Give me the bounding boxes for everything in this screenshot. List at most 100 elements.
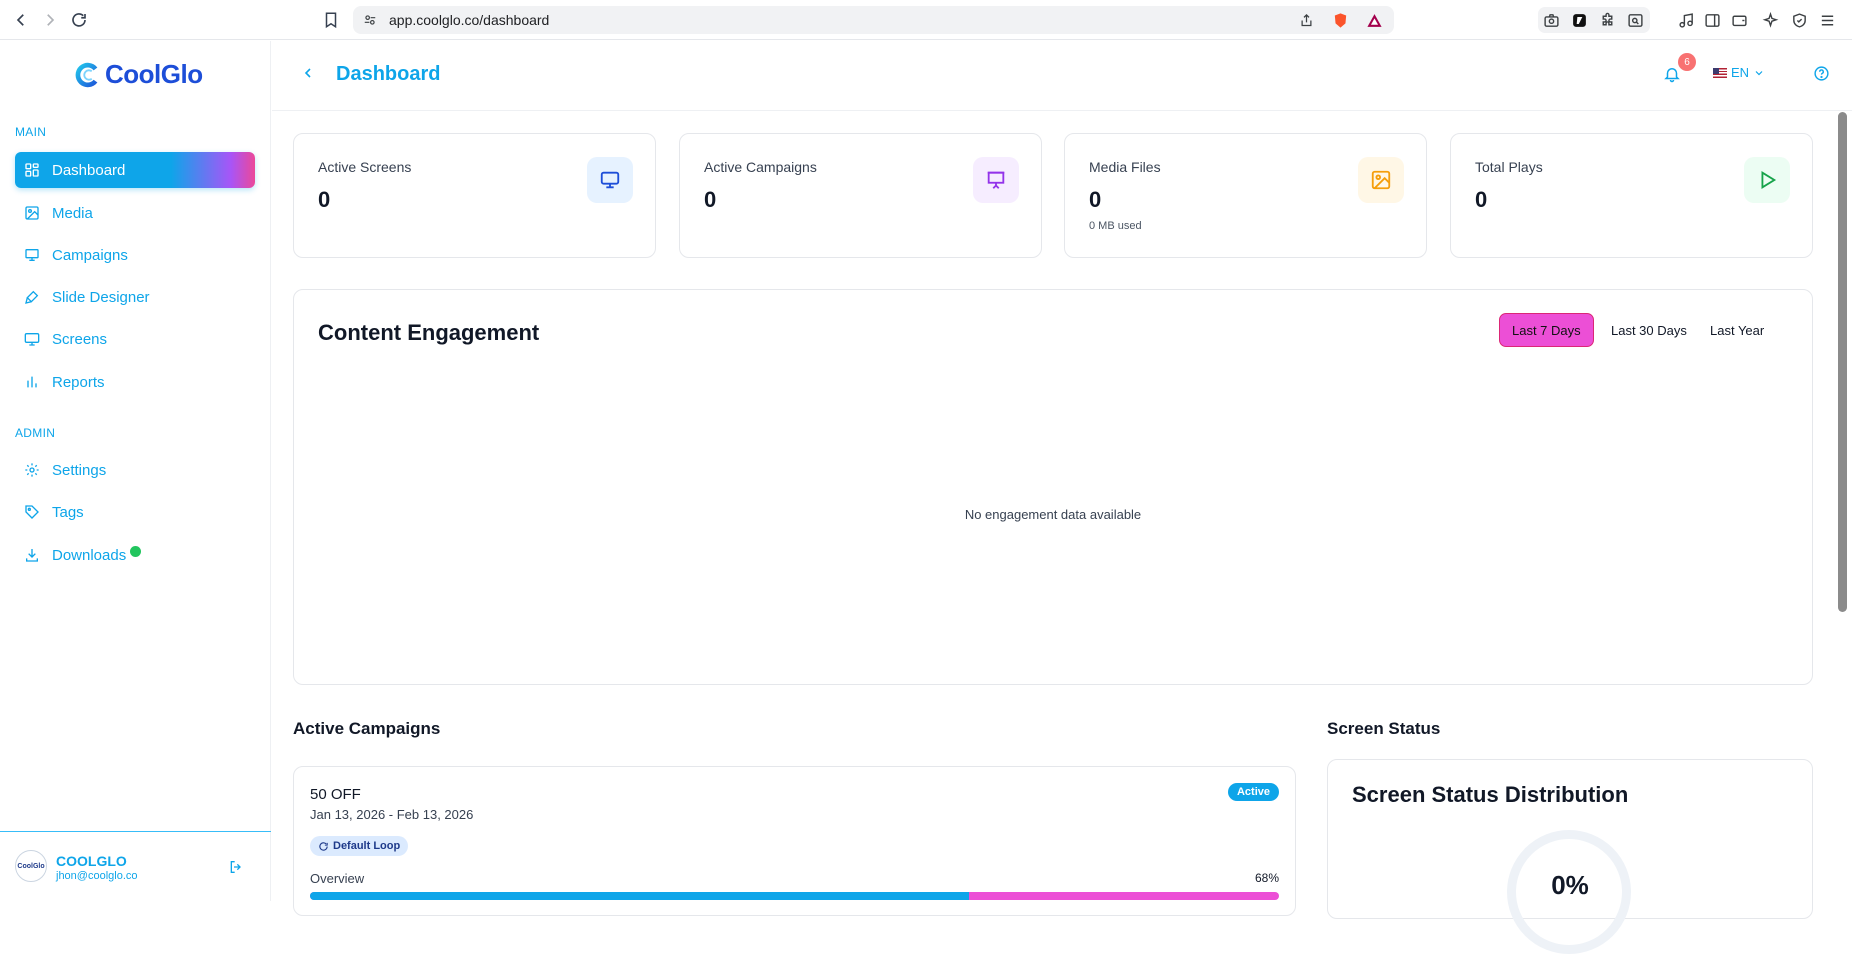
language-selector[interactable]: EN: [1713, 65, 1765, 80]
avatar-text: CoolGlo: [17, 862, 45, 870]
presentation-icon: [973, 157, 1019, 203]
notification-badge: 6: [1678, 53, 1696, 71]
overview-label: Overview: [310, 871, 365, 886]
coolglo-logo-icon: [75, 62, 98, 87]
sidebar-item-dashboard[interactable]: Dashboard: [15, 152, 255, 188]
tag-icon: [24, 504, 40, 520]
sidebar-item-label: Downloads: [52, 546, 127, 564]
site-settings-icon[interactable]: [361, 11, 379, 29]
overview-percent: 68%: [1254, 871, 1279, 885]
donut-percent: 0%: [1551, 870, 1589, 900]
user-name: COOLGLO: [56, 853, 127, 869]
language-label: EN: [1731, 65, 1750, 80]
extension-dark-icon[interactable]: [1569, 10, 1589, 30]
bell-icon[interactable]: [1663, 65, 1681, 83]
status-dot: [130, 545, 142, 557]
stat-label: Total Plays: [1475, 159, 1543, 175]
range-last-30-days-button[interactable]: Last 30 Days: [1599, 313, 1699, 347]
ai-sparkle-icon[interactable]: [1760, 10, 1780, 30]
play-icon: [1744, 157, 1790, 203]
section-title: Content Engagement: [318, 320, 540, 345]
range-last-7-days-button[interactable]: Last 7 Days: [1499, 313, 1594, 347]
menu-icon[interactable]: [1817, 10, 1837, 30]
logout-icon[interactable]: [228, 859, 244, 875]
sidebar-item-label: Reports: [52, 373, 105, 391]
user-profile: CoolGlo COOLGLO jhon@coolglo.co: [0, 831, 271, 901]
sidebar-item-tags[interactable]: Tags: [15, 494, 255, 530]
search-tab-icon[interactable]: [1625, 10, 1645, 30]
stat-card-media-files: Media Files 0 0 MB used: [1064, 133, 1427, 258]
stat-value: 0: [1089, 187, 1102, 212]
bookmark-icon[interactable]: [319, 8, 343, 32]
back-icon[interactable]: [9, 8, 33, 32]
sidebar-item-screens[interactable]: Screens: [15, 321, 255, 357]
share-icon[interactable]: [1297, 11, 1315, 29]
url-text[interactable]: app.coolglo.co/dashboard: [389, 12, 549, 28]
sidebar-item-label: Tags: [52, 503, 84, 521]
vpn-shield-icon[interactable]: [1789, 10, 1809, 30]
screen-status-title: Screen Status: [1327, 719, 1441, 738]
sidebar-toggle-icon[interactable]: [1702, 10, 1722, 30]
sidebar-item-reports[interactable]: Reports: [15, 364, 255, 400]
music-icon[interactable]: [1676, 10, 1696, 30]
section-label-main: MAIN: [15, 125, 47, 139]
monitor-icon: [24, 331, 40, 347]
stat-value: 0: [704, 187, 717, 212]
us-flag-icon: [1713, 67, 1727, 78]
stat-label: Media Files: [1089, 159, 1161, 175]
user-email: jhon@coolglo.co: [56, 870, 138, 882]
page-title: Dashboard: [336, 63, 441, 85]
status-badge: Active: [1227, 783, 1279, 801]
wallet-icon[interactable]: [1729, 10, 1749, 30]
sidebar-item-label: Slide Designer: [52, 288, 150, 306]
sidebar-item-settings[interactable]: Settings: [15, 452, 255, 488]
app-header: Dashboard 6 EN: [272, 41, 1852, 111]
brave-shield-icon[interactable]: [1331, 11, 1349, 29]
section-label-admin: ADMIN: [15, 426, 56, 440]
brand-logo[interactable]: CoolGlo: [73, 59, 203, 90]
sidebar-item-label: Dashboard: [52, 161, 126, 179]
campaign-name: 50 OFF: [310, 786, 361, 803]
sidebar-item-label: Settings: [52, 461, 107, 479]
grid-icon: [24, 162, 40, 178]
sidebar-item-label: Media: [52, 204, 93, 222]
browser-toolbar: app.coolglo.co/dashboard: [0, 0, 1852, 40]
sidebar-item-label: Campaigns: [52, 246, 128, 264]
image-icon: [24, 205, 40, 221]
puzzle-icon[interactable]: [1597, 10, 1617, 30]
brand-name: CoolGlo: [105, 59, 203, 89]
page-scrollbar[interactable]: [1838, 112, 1847, 612]
campaign-card[interactable]: 50 OFF Jan 13, 2026 - Feb 13, 2026 Activ…: [293, 766, 1296, 916]
address-bar[interactable]: app.coolglo.co/dashboard: [353, 6, 1394, 34]
sidebar-item-campaigns[interactable]: Campaigns: [15, 237, 255, 273]
range-last-year-button[interactable]: Last Year: [1698, 313, 1776, 347]
loop-badge: Default Loop: [310, 836, 409, 856]
camera-icon[interactable]: [1541, 10, 1561, 30]
campaign-dates: Jan 13, 2026 - Feb 13, 2026: [310, 807, 474, 822]
brush-icon: [24, 289, 40, 305]
presentation-icon: [24, 247, 40, 263]
active-campaigns-title: Active Campaigns: [293, 719, 441, 738]
overview-progress-bar: [310, 892, 1279, 900]
sidebar-item-slide-designer[interactable]: Slide Designer: [15, 279, 255, 315]
help-icon[interactable]: [1813, 65, 1830, 82]
gear-icon: [24, 462, 40, 478]
sidebar-item-downloads[interactable]: Downloads: [15, 537, 255, 573]
brave-rewards-icon[interactable]: [1365, 11, 1383, 29]
forward-icon[interactable]: [38, 8, 62, 32]
avatar[interactable]: CoolGlo: [15, 850, 47, 882]
bar-chart-icon: [24, 374, 40, 390]
empty-state-message: No engagement data available: [964, 507, 1142, 522]
progress-fill: [310, 892, 969, 900]
reload-icon[interactable]: [67, 8, 91, 32]
stat-card-total-plays: Total Plays 0: [1450, 133, 1813, 258]
stat-label: Active Campaigns: [704, 159, 817, 175]
sidebar: CoolGlo MAIN Dashboard Media Campaigns S…: [0, 41, 271, 901]
monitor-icon: [587, 157, 633, 203]
stat-card-active-screens: Active Screens 0: [293, 133, 656, 258]
sidebar-item-media[interactable]: Media: [15, 195, 255, 231]
chevron-down-icon: [1755, 70, 1763, 75]
collapse-sidebar-icon[interactable]: [300, 65, 316, 81]
image-icon: [1358, 157, 1404, 203]
stat-value: 0: [318, 187, 331, 212]
